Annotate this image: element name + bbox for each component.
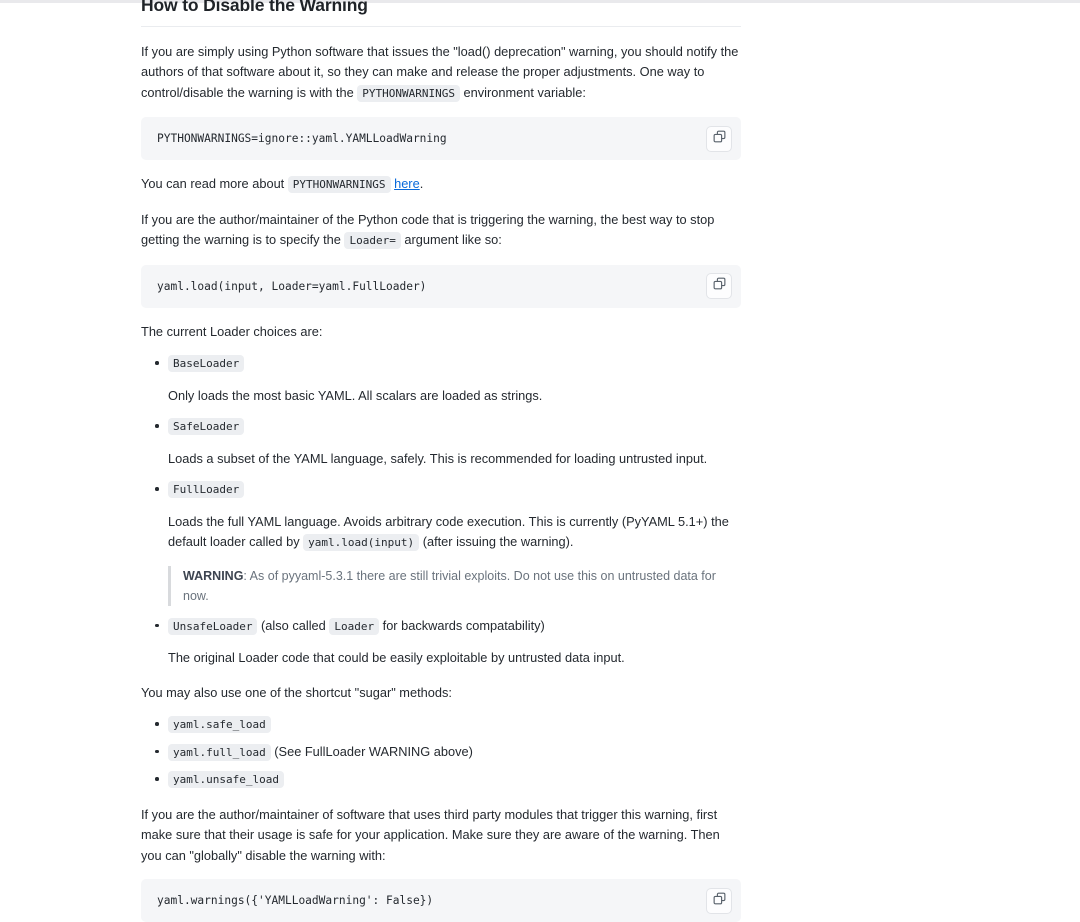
- list-item-baseloader: BaseLoader Only loads the most basic YAM…: [155, 353, 741, 406]
- code-block-yaml-warnings-text: yaml.warnings({'YAMLLoadWarning': False}…: [157, 894, 434, 908]
- document-page: How to Disable the Warning If you are si…: [0, 0, 1080, 922]
- paragraph-third-party: If you are the author/maintainer of soft…: [141, 806, 720, 863]
- paragraph-maintainer-text-2: argument like so:: [400, 232, 502, 248]
- inline-code-yaml-safe-load: yaml.safe_load: [168, 716, 271, 734]
- code-block-yaml-load-text: yaml.load(input, Loader=yaml.FullLoader): [157, 279, 427, 293]
- unsafeloader-suffix-text-2: for backwards compatability): [379, 617, 545, 633]
- copy-button[interactable]: [706, 273, 732, 300]
- safeloader-description: Loads a subset of the YAML language, saf…: [168, 450, 708, 466]
- fullloader-description: Loads the full YAML language. Avoids arb…: [168, 512, 741, 554]
- inline-code-pythonwarnings-2: PYTHONWARNINGS: [287, 176, 391, 194]
- page-title: How to Disable the Warning: [141, 0, 741, 27]
- paragraph-intro: If you are simply using Python software …: [141, 42, 741, 105]
- inline-code-unsafeloader: UnsafeLoader: [168, 617, 258, 635]
- fullloader-description-text-2: (after issuing the warning).: [419, 534, 574, 550]
- baseloader-description: Only loads the most basic YAML. All scal…: [168, 387, 543, 403]
- list-item-full-load: yaml.full_load (See FullLoader WARNING a…: [155, 742, 741, 764]
- list-item-unsafeloader: UnsafeLoader (also called Loader for bac…: [155, 616, 741, 669]
- inline-code-yaml-unsafe-load: yaml.unsafe_load: [168, 771, 284, 789]
- inline-code-fullloader: FullLoader: [168, 481, 245, 499]
- inline-code-loader-arg: Loader=: [344, 232, 401, 250]
- copy-icon: [713, 277, 726, 295]
- paragraph-read-more-text-2: .: [419, 176, 424, 192]
- unsafeloader-suffix-text-1: (also called: [257, 617, 330, 633]
- article-content: How to Disable the Warning If you are si…: [141, 0, 741, 922]
- code-block-yaml-warnings: yaml.warnings({'YAMLLoadWarning': False}…: [141, 879, 741, 922]
- fullloader-warning-blockquote: WARNING: As of pyyaml-5.3.1 there are st…: [168, 565, 741, 606]
- loader-choices-list: BaseLoader Only loads the most basic YAM…: [141, 353, 741, 669]
- sugar-methods-list: yaml.safe_load yaml.full_load (See FullL…: [141, 714, 741, 791]
- code-block-pythonwarnings: PYTHONWARNINGS=ignore::yaml.YAMLLoadWarn…: [141, 117, 741, 161]
- copy-icon: [713, 130, 726, 148]
- paragraph-read-more: You can read more about PYTHONWARNINGS h…: [141, 174, 741, 196]
- inline-code-loader: Loader: [329, 617, 380, 635]
- list-item-unsafe-load: yaml.unsafe_load: [155, 769, 741, 791]
- copy-button[interactable]: [706, 887, 732, 914]
- code-block-pythonwarnings-text: PYTHONWARNINGS=ignore::yaml.YAMLLoadWarn…: [157, 132, 447, 146]
- paragraph-maintainer: If you are the author/maintainer of the …: [141, 210, 741, 252]
- unsafeloader-description: The original Loader code that could be e…: [168, 650, 625, 666]
- paragraph-read-more-text-1: You can read more about: [141, 176, 288, 192]
- inline-code-pythonwarnings: PYTHONWARNINGS: [357, 84, 460, 102]
- full-load-note: (See FullLoader WARNING above): [270, 743, 473, 759]
- inline-code-yaml-load-input: yaml.load(input): [303, 534, 420, 552]
- list-item-safeloader: SafeLoader Loads a subset of the YAML la…: [155, 416, 741, 469]
- inline-code-safeloader: SafeLoader: [168, 418, 245, 436]
- inline-code-yaml-full-load: yaml.full_load: [168, 743, 271, 761]
- here-link[interactable]: here: [394, 176, 420, 191]
- copy-icon: [713, 892, 726, 910]
- code-block-yaml-load: yaml.load(input, Loader=yaml.FullLoader): [141, 264, 741, 308]
- paragraph-sugar-methods: You may also use one of the shortcut "su…: [141, 684, 452, 700]
- paragraph-intro-text-2: environment variable:: [459, 84, 586, 100]
- list-item-safe-load: yaml.safe_load: [155, 714, 741, 736]
- copy-button[interactable]: [706, 125, 732, 152]
- warning-text: : As of pyyaml-5.3.1 there are still tri…: [183, 568, 716, 603]
- inline-code-baseloader: BaseLoader: [168, 355, 245, 373]
- warning-label: WARNING: [183, 568, 244, 583]
- paragraph-loader-choices: The current Loader choices are:: [141, 323, 323, 339]
- list-item-fullloader: FullLoader Loads the full YAML language.…: [155, 479, 741, 606]
